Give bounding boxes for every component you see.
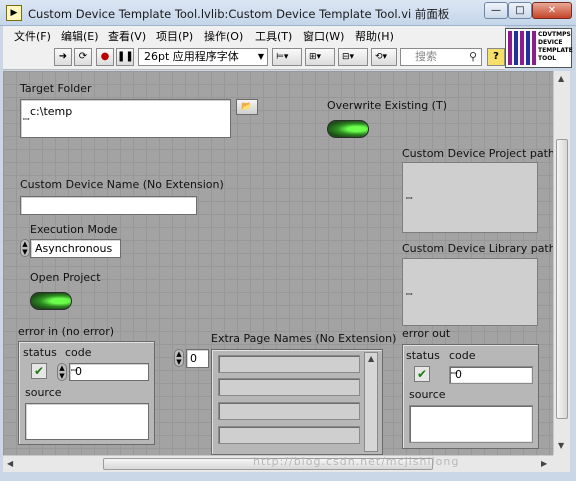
error-in-status-check-icon[interactable]: ✔ <box>31 363 47 379</box>
extra-pages-element[interactable] <box>218 402 360 420</box>
font-selector[interactable]: 26pt 应用程序字体 ▼ <box>138 48 268 66</box>
resize-grip-icon[interactable] <box>553 455 570 472</box>
chevron-down-icon: ▼ <box>257 52 264 61</box>
library-path-indicator: ꟷ <box>402 258 538 326</box>
error-out-source-label: source <box>409 388 446 401</box>
path-icon: ꟷ <box>406 290 413 299</box>
browse-folder-icon[interactable]: 📂 <box>236 99 258 115</box>
open-project-toggle[interactable] <box>30 292 72 310</box>
vertical-scroll-thumb[interactable] <box>556 139 568 419</box>
scroll-up-icon[interactable]: ▲ <box>368 354 374 363</box>
error-out-code-indicator: ꟷ 0 <box>449 366 533 384</box>
extra-pages-element[interactable] <box>218 426 360 444</box>
vi-icon-line-3: TEMPLATE <box>538 47 573 54</box>
toolbar: ➜ ⟳ ● ❚❚ 26pt 应用程序字体 ▼ ⊨▾ ⊞▾ ⊟▾ ⟲▾ 搜索 ⚲ … <box>3 44 505 70</box>
resize-objects-icon[interactable]: ⊟▾ <box>338 48 368 66</box>
error-in-code-input[interactable]: ꟷ 0 <box>69 363 149 381</box>
search-input[interactable]: 搜索 ⚲ <box>400 48 482 66</box>
scroll-right-icon[interactable]: ▶ <box>541 459 547 468</box>
scroll-left-icon[interactable]: ◀ <box>7 459 13 468</box>
error-out-code-value: 0 <box>455 368 462 381</box>
distribute-objects-icon[interactable]: ⊞▾ <box>305 48 335 66</box>
menu-view[interactable]: 查看(V) <box>108 28 146 44</box>
close-button[interactable]: ✕ <box>532 2 572 19</box>
run-arrow-icon[interactable]: ➜ <box>54 48 72 66</box>
search-icon: ⚲ <box>468 50 477 63</box>
error-out-cluster: status code ✔ ꟷ 0 source <box>402 344 539 449</box>
error-in-source-input[interactable] <box>25 403 149 440</box>
vertical-scrollbar[interactable]: ▲ ▼ <box>553 71 570 455</box>
menu-tools[interactable]: 工具(T) <box>255 28 292 44</box>
search-placeholder: 搜索 <box>415 50 437 63</box>
reorder-icon[interactable]: ⟲▾ <box>371 48 397 66</box>
maximize-button[interactable]: □ <box>508 2 532 19</box>
labview-icon: ▶ <box>6 5 22 21</box>
error-out-source-indicator <box>409 405 533 443</box>
execution-mode-label: Execution Mode <box>30 223 118 236</box>
menu-edit[interactable]: 编辑(E) <box>61 28 99 44</box>
path-icon: ꟷ <box>406 194 413 203</box>
path-icon: ꟷ <box>23 115 30 124</box>
execution-mode-arrows[interactable]: ▲ ▼ <box>20 239 30 257</box>
menu-help[interactable]: 帮助(H) <box>355 28 394 44</box>
overwrite-existing-label: Overwrite Existing (T) <box>327 99 447 112</box>
help-button[interactable]: ? <box>487 48 505 66</box>
execution-mode-ring[interactable]: Asynchronous <box>30 239 121 258</box>
scroll-down-icon[interactable]: ▼ <box>558 441 564 450</box>
front-panel: Target Folder ꟷ c:\temp 📂 Overwrite Exis… <box>3 71 553 455</box>
menu-bar: 文件(F) 编辑(E) 查看(V) 项目(P) 操作(O) 工具(T) 窗口(W… <box>3 26 505 44</box>
title-bar: ▶ Custom Device Template Tool.lvlib:Cust… <box>0 0 576 26</box>
vi-icon-line-2: DEVICE <box>538 39 563 46</box>
font-selector-label: 26pt 应用程序字体 <box>144 50 239 63</box>
abort-icon[interactable]: ● <box>96 48 114 66</box>
error-in-status-label: status <box>23 346 57 359</box>
error-in-source-label: source <box>25 386 62 399</box>
error-out-status-check-icon: ✔ <box>414 366 430 382</box>
target-folder-value: c:\temp <box>30 105 73 118</box>
vi-icon-line-4: TOOL <box>538 55 557 62</box>
menu-file[interactable]: 文件(F) <box>14 28 51 44</box>
open-project-label: Open Project <box>30 271 101 284</box>
project-path-label: Custom Device Project path <box>402 147 553 160</box>
overwrite-existing-toggle[interactable] <box>327 120 369 138</box>
library-path-label: Custom Device Library path <box>402 242 553 255</box>
extra-pages-label: Extra Page Names (No Extension) <box>211 332 397 345</box>
target-folder-label: Target Folder <box>20 82 92 95</box>
scroll-up-icon[interactable]: ▲ <box>558 74 564 83</box>
minimize-button[interactable]: — <box>484 2 508 19</box>
error-in-label: error in (no error) <box>18 325 115 338</box>
watermark: http://blog.csdn.net/mcjishilong <box>253 455 460 468</box>
target-folder-control[interactable]: ꟷ c:\temp <box>20 99 231 138</box>
error-in-cluster: status code ✔ ▲ ▼ ꟷ 0 source <box>18 341 155 445</box>
vi-icon: CDVTMPS DEVICE TEMPLATE TOOL <box>505 28 573 68</box>
error-out-status-label: status <box>406 349 440 362</box>
error-out-label: error out <box>402 327 451 340</box>
extra-pages-element[interactable] <box>218 378 360 396</box>
error-in-code-label: code <box>65 346 92 359</box>
menu-window[interactable]: 窗口(W) <box>303 28 344 44</box>
error-in-code-value: 0 <box>75 365 82 378</box>
align-objects-icon[interactable]: ⊨▾ <box>272 48 302 66</box>
extra-pages-index-arrows[interactable]: ▲ ▼ <box>174 349 184 367</box>
error-in-code-arrows[interactable]: ▲ ▼ <box>57 363 67 381</box>
menu-operate[interactable]: 操作(O) <box>204 28 243 44</box>
vi-icon-color-block <box>508 31 536 65</box>
error-out-code-label: code <box>449 349 476 362</box>
extra-pages-scrollbar[interactable]: ▲ <box>364 352 378 452</box>
run-continuously-icon[interactable]: ⟳ <box>74 48 92 66</box>
pause-icon[interactable]: ❚❚ <box>116 48 134 66</box>
extra-pages-array: ▲ <box>211 349 383 455</box>
vi-icon-line-1: CDVTMPS <box>538 31 571 38</box>
custom-device-name-label: Custom Device Name (No Extension) <box>20 178 224 191</box>
menu-project[interactable]: 项目(P) <box>156 28 193 44</box>
window-title: Custom Device Template Tool.lvlib:Custom… <box>28 7 450 21</box>
project-path-indicator: ꟷ <box>402 162 538 233</box>
extra-pages-element[interactable] <box>218 355 360 373</box>
custom-device-name-input[interactable] <box>20 196 197 215</box>
extra-pages-index-input[interactable]: 0 <box>186 349 209 368</box>
